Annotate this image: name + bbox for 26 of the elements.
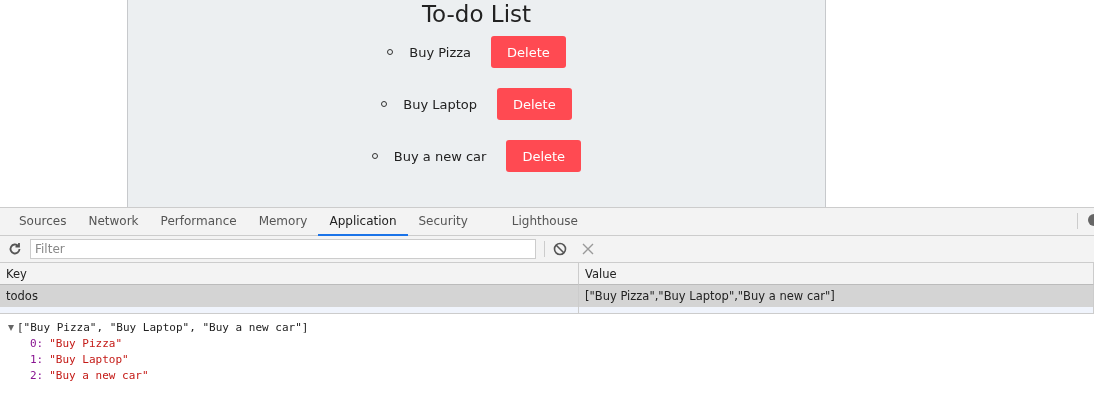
array-index: 2:: [30, 368, 44, 384]
expand-triangle-icon[interactable]: [8, 325, 14, 331]
todo-text: Buy a new car: [393, 148, 487, 164]
devtools-tab[interactable]: Network: [77, 208, 150, 236]
clear-all-icon[interactable]: [553, 242, 567, 256]
array-value: "Buy Laptop": [49, 352, 129, 368]
column-header: Key: [0, 263, 579, 285]
todo-text: Buy Pizza: [409, 44, 471, 60]
page-title: To-do List: [421, 0, 532, 28]
column-header: Value: [579, 263, 1094, 285]
todo-text: Buy Laptop: [403, 96, 477, 112]
array-summary: ["Buy Pizza", "Buy Laptop", "Buy a new car"]: [17, 320, 309, 336]
table-cell[interactable]: todos: [0, 285, 579, 307]
array-value: "Buy Pizza": [49, 336, 123, 352]
devtools-tab[interactable]: Sources: [8, 208, 78, 236]
array-value: "Buy a new car": [49, 368, 149, 384]
devtools-tab[interactable]: Performance: [149, 208, 248, 236]
close-icon[interactable]: [581, 242, 595, 256]
table-cell[interactable]: ["Buy Pizza","Buy Laptop","Buy a new car"]: [579, 285, 1094, 307]
devtools-tab[interactable]: Memory: [247, 208, 319, 236]
array-index: 0:: [30, 336, 44, 352]
array-index: 1:: [30, 352, 44, 368]
devtools-tab[interactable]: Lighthouse: [500, 208, 589, 236]
filter-field[interactable]: Filter: [30, 239, 536, 259]
devtools-tab[interactable]: Security: [407, 208, 479, 236]
refresh-icon[interactable]: [8, 242, 22, 256]
